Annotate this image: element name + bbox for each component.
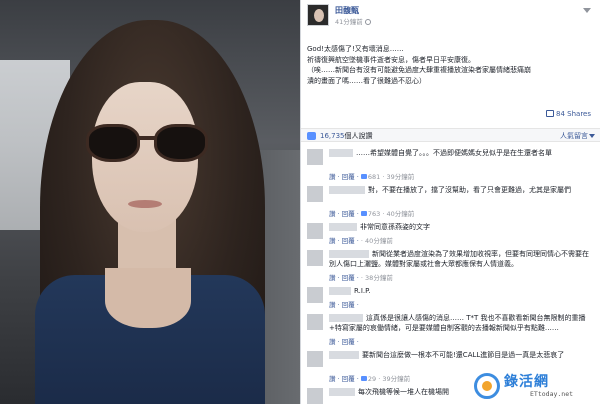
comment-item: R.I.P. 讚 · 回覆 · [301,284,600,311]
comment-time[interactable]: 40分鐘前 [365,237,393,245]
comment-meta: 讚 · 回覆 · [329,336,359,346]
comment-item: 這真係是很讓人感傷的消息…… T*T 我也不喜歡看新聞台無限制的重播+特寫家屬的… [301,311,600,348]
like-reply-actions[interactable]: 讚 · 回覆 · [329,237,359,245]
left-lens [86,124,140,162]
chevron-down-icon[interactable] [583,8,591,13]
comment-like-count: 681 [367,173,381,181]
neckline [105,268,191,328]
commenter-avatar[interactable] [307,314,323,330]
post-line: God!太感傷了!又有壞消息…… [307,45,404,53]
post-line: 潰的畫面了嗎……看了很難過不忍心） [307,76,426,85]
watermark-title: 錄活網 [504,374,549,390]
comment-meta: 讚 · 回覆 · · 38分鐘前 [329,272,393,282]
comment-meta: 讚 · 回覆 · [329,299,359,309]
comment-text: ……希望媒體自覺了。。。不過即便媽媽女兒似乎是在生還者名單 [329,148,593,158]
comment-sort-dropdown[interactable]: 人氣留言 [560,131,595,141]
comment-item: 新聞從業者過度渲染為了效果增加收視率，但要有同理同情心不需要在別人傷口上灑鹽。媒… [301,247,600,284]
thumbs-up-icon [360,174,367,179]
likes-summary[interactable]: 16,735個人說讚 [320,131,373,141]
commenter-avatar[interactable] [307,351,323,367]
comment-body: 每次飛機等候一堆人在機場開 [358,388,449,396]
sort-label: 人氣留言 [560,132,588,140]
like-reply-actions[interactable]: 讚 · 回覆 · [329,210,359,218]
like-reply-actions[interactable]: 讚 · 回覆 · [329,274,359,282]
comment-text: 非常同意孫燕姿的文字 [329,222,593,232]
comment-item: ……希望媒體自覺了。。。不過即便媽媽女兒似乎是在生還者名單讚 · 回覆 · 681… [301,146,600,183]
thumbs-up-icon [360,376,367,381]
right-lens [154,124,208,162]
comment-meta: 讚 · 回覆 · · 40分鐘前 [329,235,393,245]
comment-meta: 讚 · 回覆 · 29 · 39分鐘前 [329,373,410,383]
commenter-avatar[interactable] [307,287,323,303]
comment-time[interactable]: 39分鐘前 [386,173,414,181]
comment-time[interactable]: 40分鐘前 [386,210,414,218]
comment-text: 新聞從業者過度渲染為了效果增加收視率，但要有同理同情心不需要在別人傷口上灑鹽。媒… [329,249,593,269]
like-reply-actions[interactable]: 讚 · 回覆 · [329,375,359,383]
commenter-avatar[interactable] [307,149,323,165]
comment-text: 這真係是很讓人感傷的消息…… T*T 我也不喜歡看新聞台無限制的重播+特寫家屬的… [329,313,593,333]
watermark: 錄活網 ETtoday.net [474,371,594,401]
commenter-avatar[interactable] [307,250,323,266]
comment-body: 這真係是很讓人感傷的消息…… T*T 我也不喜歡看新聞台無限制的重播+特寫家屬的… [329,314,586,332]
facebook-post-panel: 田馥甄 41分鐘前 God!太感傷了!又有壞消息…… 祈禱復興航空墜機事件逝者安… [300,0,600,404]
globe-icon [364,19,371,25]
sunglasses [86,124,208,164]
like-reply-actions[interactable]: 讚 · 回覆 · [329,338,359,346]
comment-text: 對，不要在播放了，擋了沒幫助，看了只會更難過，尤其是家屬們 [329,185,593,195]
post-timestamp[interactable]: 41分鐘前 [335,16,371,26]
commenter-avatar[interactable] [307,223,323,239]
thumbs-up-icon [307,132,316,140]
author-name[interactable]: 田馥甄 [335,5,359,16]
post-time-text: 41分鐘前 [335,18,363,26]
comment-body: 要新聞台這麼做一根本不可能!還CALL進節目是過一真是太悲哀了 [362,351,565,359]
post-header: 田馥甄 41分鐘前 [307,4,595,26]
caret-down-icon [589,134,595,138]
comment-like-count: 29 [367,375,377,383]
likes-count: 16,735 [320,132,345,140]
comment-time[interactable]: 39分鐘前 [382,375,410,383]
comment-like-count: 763 [367,210,381,218]
comment-meta: 讚 · 回覆 · 763 · 40分鐘前 [329,208,414,218]
comment-body: ……希望媒體自覺了。。。不過即便媽媽女兒似乎是在生還者名單 [356,149,552,157]
comment-meta: 讚 · 回覆 · 681 · 39分鐘前 [329,171,414,181]
commenter-avatar[interactable] [307,388,323,404]
shares-link[interactable]: 84 Shares [546,110,591,118]
likes-suffix: 個人說讚 [344,132,373,140]
author-avatar[interactable] [307,4,329,26]
share-icon [546,110,555,117]
comment-body: 新聞從業者過度渲染為了效果增加收視率，但要有同理同情心不需要在別人傷口上灑鹽。媒… [329,250,589,268]
thumbs-up-icon [360,211,367,216]
like-reply-actions[interactable]: 讚 · 回覆 · [329,173,359,181]
comment-time[interactable]: 38分鐘前 [365,274,393,282]
comment-item: 對，不要在播放了，擋了沒幫助，看了只會更難過，尤其是家屬們讚 · 回覆 · 763… [301,183,600,220]
like-reply-actions[interactable]: 讚 · 回覆 · [329,301,359,309]
shares-row: 84 Shares [307,110,595,121]
shares-count: 84 Shares [556,110,591,118]
likes-row: 16,735個人說讚 人氣留言 [301,128,600,142]
comment-body: 非常同意孫燕姿的文字 [360,223,430,231]
post-text: God!太感傷了!又有壞消息…… 祈禱復興航空墜機事件逝者安息，傷者早日平安康復… [307,44,595,86]
watermark-sub: ETtoday.net [530,390,574,398]
post-line: （唉……新聞台有沒有可能避免過度大肆重複播放渲染者家屬情緒悲痛崩 [307,66,531,74]
comment-item: 非常同意孫燕姿的文字讚 · 回覆 · · 40分鐘前 [301,220,600,247]
post-photo[interactable] [0,0,300,404]
comment-text: 要新聞台這麼做一根本不可能!還CALL進節目是過一真是太悲哀了 [329,350,593,360]
mouth [128,200,162,208]
commenter-avatar[interactable] [307,186,323,202]
watermark-logo [474,373,500,399]
comment-body: 對，不要在播放了，擋了沒幫助，看了只會更難過，尤其是家屬們 [368,186,571,194]
comment-body: R.I.P. [354,287,371,295]
comment-text: R.I.P. [329,286,593,296]
comment-list: ……希望媒體自覺了。。。不過即便媽媽女兒似乎是在生還者名單讚 · 回覆 · 681… [301,146,600,404]
post-line: 祈禱復興航空墜機事件逝者安息，傷者早日平安康復。 [307,55,475,64]
